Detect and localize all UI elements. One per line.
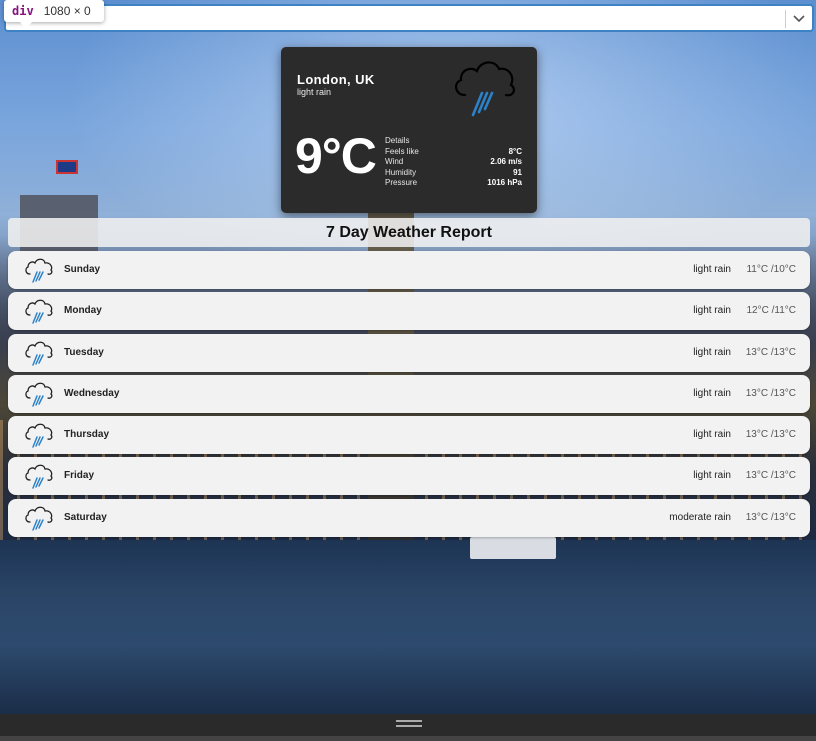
forecast-row-monday[interactable]: Monday light rain 12°C /11°C [8, 292, 810, 331]
search-input[interactable] [12, 8, 772, 28]
forecast-temps: 13°C /13°C [745, 387, 796, 399]
detail-row-humidity: Humidity 91 [385, 167, 522, 177]
resize-handle-icon[interactable] [396, 720, 422, 728]
detail-row-feels-like: Feels like 8°C [385, 146, 522, 156]
forecast-temps: 13°C /13°C [745, 511, 796, 523]
weather-details: Details Feels like 8°C Wind 2.06 m/s Hum… [385, 136, 522, 189]
forecast-day: Friday [64, 470, 95, 482]
forecast-temps: 13°C /13°C [745, 346, 796, 358]
forecast-day: Tuesday [64, 346, 104, 358]
devtools-tooltip: div 1080 × 0 [4, 0, 104, 29]
rain-cloud-icon [24, 381, 54, 407]
rain-cloud-icon [24, 505, 54, 531]
tooltip-tag: div [12, 4, 34, 18]
forecast-condition: light rain [693, 387, 731, 399]
rain-cloud-icon [24, 257, 54, 283]
forecast-row-sunday[interactable]: Sunday light rain 11°C /10°C [8, 251, 810, 289]
city-name: London, UK [297, 72, 375, 87]
forecast-row-saturday[interactable]: Saturday moderate rain 13°C /13°C [8, 498, 810, 537]
forecast-condition: light rain [693, 264, 731, 275]
forecast-row-tuesday[interactable]: Tuesday light rain 13°C /13°C [8, 333, 810, 372]
forecast-condition: light rain [693, 346, 731, 358]
forecast-temps: 13°C /13°C [745, 470, 796, 482]
forecast-row-friday[interactable]: Friday light rain 13°C /13°C [8, 457, 810, 496]
forecast-condition: light rain [693, 305, 731, 317]
tooltip-dimensions: 1080 × 0 [43, 4, 91, 18]
chevron-down-icon[interactable] [790, 8, 808, 28]
forecast-temps: 11°C /10°C [746, 264, 796, 275]
forecast-condition: light rain [693, 470, 731, 482]
forecast-day: Thursday [64, 429, 110, 441]
details-heading: Details [385, 136, 410, 145]
devtools-dock-bar [0, 714, 816, 741]
rain-cloud-icon [24, 463, 54, 490]
current-description: light rain [297, 87, 332, 97]
detail-row-pressure: Pressure 1016 hPa [385, 178, 522, 187]
report-title: 7 Day Weather Report [8, 218, 810, 247]
forecast-condition: light rain [693, 429, 731, 441]
forecast-condition: moderate rain [669, 511, 731, 523]
forecast-day: Monday [64, 305, 102, 317]
forecast-temps: 13°C /13°C [745, 429, 796, 441]
rain-cloud-icon [24, 340, 54, 366]
current-temperature: 9°C [295, 128, 377, 184]
current-weather-card: London, UK light rain 9°C Details Feels … [281, 47, 537, 213]
rain-cloud-icon [451, 55, 519, 117]
forecast-row-thursday[interactable]: Thursday light rain 13°C /13°C [8, 416, 810, 455]
search-combobox[interactable] [4, 4, 814, 32]
forecast-row-wednesday[interactable]: Wednesday light rain 13°C /13°C [8, 374, 810, 413]
detail-row-wind: Wind 2.06 m/s [385, 157, 522, 166]
search-divider [785, 10, 786, 28]
rain-cloud-icon [24, 298, 54, 325]
rain-cloud-icon [24, 422, 54, 448]
forecast-list: Sunday light rain 11°C /10°C Monday ligh… [8, 251, 810, 540]
forecast-day: Sunday [64, 264, 101, 275]
forecast-temps: 12°C /11°C [746, 305, 796, 317]
forecast-day: Saturday [64, 511, 107, 523]
forecast-day: Wednesday [64, 387, 120, 399]
